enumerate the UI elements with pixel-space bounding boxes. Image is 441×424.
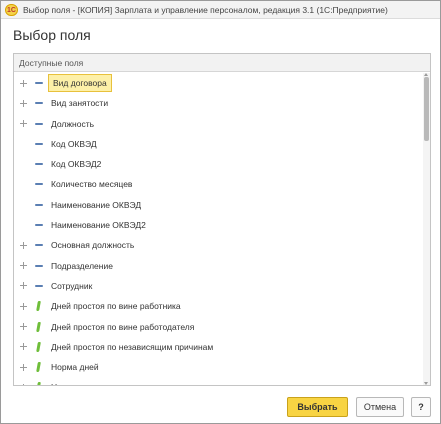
expand-plus-icon[interactable] [20,323,28,331]
tree-row[interactable]: Код ОКВЭД [14,134,422,154]
expand-plus-icon[interactable] [20,282,28,290]
title-bar[interactable]: 1С Выбор поля - [КОПИЯ] Зарплата и управ… [1,1,440,19]
tree-row-label: Наименование ОКВЭД [51,199,142,210]
select-button[interactable]: Выбрать [287,397,348,417]
attribute-icon [35,284,43,287]
tree-row[interactable]: Сотрудник [14,276,422,296]
tree-row-label: Вид занятости [51,98,109,109]
fields-tree-rows: Вид договора Вид занятости Должность Код ОК… [14,73,422,385]
tree-row-label: Код ОКВЭД [51,138,97,149]
tree-row[interactable]: Вид договора [14,73,422,93]
resource-icon [36,301,41,311]
expand-plus-icon[interactable] [20,383,28,385]
tree-row-label: Код ОКВЭД2 [51,159,102,170]
expand-plus-icon[interactable] [20,262,28,270]
tree-row-label: Должность [51,118,95,129]
expand-plus-icon[interactable] [20,120,28,128]
page-title: Выбор поля [13,27,91,43]
tree-row[interactable]: Норма часов [14,377,422,385]
tree-row-label: Количество месяцев [51,179,133,190]
resource-icon [36,362,41,372]
tree-row-label: Норма дней [51,362,99,373]
fields-tree[interactable]: Доступные поля Вид договора Вид занятости… [13,53,431,386]
app-logo-text: 1С [7,7,16,14]
vertical-scrollbar[interactable] [423,73,430,385]
tree-row-label: Подразделение [51,260,113,271]
resource-icon [36,322,41,332]
expand-plus-icon[interactable] [20,241,28,249]
tree-row[interactable]: Основная должность [14,235,422,255]
attribute-icon [35,183,43,186]
attribute-icon [35,203,43,206]
expand-plus-icon[interactable] [20,79,28,87]
attribute-icon [35,264,43,267]
tree-row[interactable]: Наименование ОКВЭД2 [14,215,422,235]
tree-row[interactable]: Вид занятости [14,93,422,113]
tree-row[interactable]: Должность [14,114,422,134]
tree-row-label: Норма часов [49,381,104,385]
tree-row[interactable]: Дней простоя по вине работодателя [14,317,422,337]
fields-tree-header: Доступные поля [14,54,430,72]
dialog-window: 1С Выбор поля - [КОПИЯ] Зарплата и управ… [0,0,441,424]
tree-row-label: Дней простоя по независящим причинам [51,341,214,352]
expand-plus-icon[interactable] [20,343,28,351]
tree-row-label: Дней простоя по вине работодателя [51,321,195,332]
expand-plus-icon[interactable] [20,302,28,310]
tree-row[interactable]: Дней простоя по вине работника [14,296,422,316]
expand-plus-icon[interactable] [20,99,28,107]
attribute-icon [35,122,43,125]
tree-row[interactable]: Наименование ОКВЭД [14,195,422,215]
scroll-thumb[interactable] [424,77,429,141]
attribute-icon [35,163,43,166]
tree-row[interactable]: Количество месяцев [14,174,422,194]
help-button[interactable]: ? [411,397,431,417]
tree-row-label: Сотрудник [51,280,93,291]
tree-row[interactable]: Норма дней [14,357,422,377]
cancel-button[interactable]: Отмена [356,397,404,417]
resource-icon [36,382,41,385]
tree-row[interactable]: Подразделение [14,256,422,276]
resource-icon [36,342,41,352]
tree-row[interactable]: Код ОКВЭД2 [14,154,422,174]
scroll-down-icon[interactable] [424,382,428,385]
expand-plus-icon[interactable] [20,363,28,371]
attribute-icon [35,142,43,145]
tree-row[interactable]: Дней простоя по независящим причинам [14,337,422,357]
scroll-up-icon[interactable] [424,73,428,76]
fields-tree-header-label: Доступные поля [19,58,84,68]
window-title: Выбор поля - [КОПИЯ] Зарплата и управлен… [23,5,388,15]
attribute-icon [35,224,43,227]
tree-row-label: Наименование ОКВЭД2 [51,220,146,231]
attribute-icon [35,244,43,247]
attribute-icon [35,82,43,84]
tree-row-label: Вид договора [48,74,112,92]
tree-row-label: Дней простоя по вине работника [51,301,181,312]
attribute-icon [35,102,43,105]
tree-row-label: Основная должность [51,240,135,251]
app-logo-icon: 1С [5,4,18,16]
